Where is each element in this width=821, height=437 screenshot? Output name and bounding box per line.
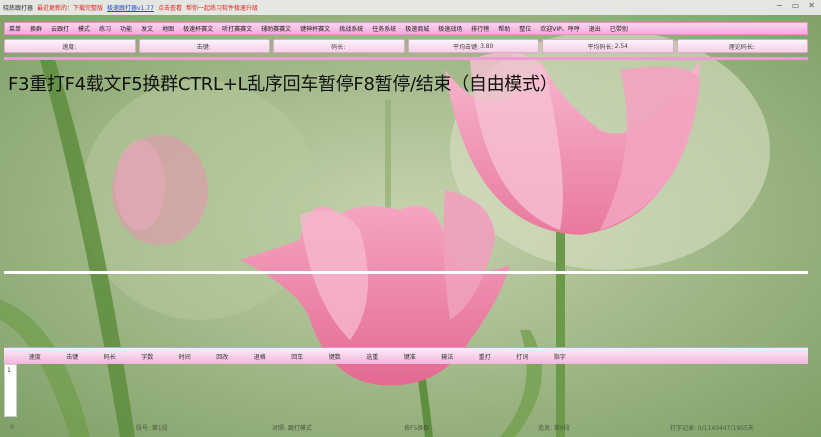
menu-item[interactable]: 任务系统	[372, 24, 396, 33]
column-header[interactable]: 打词	[504, 352, 542, 361]
menu-item[interactable]: 退出	[589, 24, 601, 33]
update-notice-2[interactable]: 点击查看	[158, 3, 182, 12]
column-header[interactable]: 字数	[129, 352, 167, 361]
close-icon[interactable]: ✕	[808, 1, 815, 10]
column-header[interactable]: 速度	[16, 352, 54, 361]
menu-item[interactable]: 极速战场	[438, 24, 462, 33]
menu-item[interactable]: 菜单	[9, 24, 21, 33]
minimize-icon[interactable]: −	[776, 1, 783, 10]
column-header[interactable]: 输法	[429, 352, 467, 361]
menu-item[interactable]: 帮助	[498, 24, 510, 33]
status-hint: 按F5换群	[404, 424, 430, 432]
menu-item[interactable]: 极速杯赛文	[183, 24, 213, 33]
status-record: 打字记录: 0/1140447/1955天	[670, 424, 754, 432]
column-header[interactable]: 重打	[466, 352, 504, 361]
stat-avg-code-length: 平均码长: 2.54	[542, 39, 674, 53]
table-row[interactable]: 1	[4, 364, 17, 417]
column-header[interactable]: 选重	[354, 352, 392, 361]
menu-item[interactable]: 换群	[30, 24, 42, 33]
reading-text: F3重打F4载文F5换群CTRL+L乱序回车暂停F8暂停/结束（自由模式）	[8, 74, 558, 95]
update-notice-3: 帮你一起练习软件极速升级	[185, 5, 258, 12]
menu-item[interactable]: 欢迎VIP、哼哼	[540, 24, 580, 33]
column-header[interactable]: 击键	[54, 352, 92, 361]
menu-bar: 菜单 换群 云跟打 模式 练习 功能 发文 地图 极速杯赛文 听打赛赛文 辅助赛…	[4, 22, 808, 35]
stat-theory-code-length: 理论码长:	[676, 39, 808, 53]
menu-item[interactable]: 模式	[78, 24, 90, 33]
stats-bar: 速度: 击键: 码长: 平均击键: 3.80 平均码长: 2.54 理论码长:	[4, 39, 808, 53]
column-header[interactable]: 键数	[316, 352, 354, 361]
menu-item[interactable]: 键神杯赛文	[300, 24, 330, 33]
column-header[interactable]: 退格	[241, 352, 279, 361]
results-table-header: 速度 击键 码长 字数 时间 回改 退格 回车 键数 选重 键准 输法 重打 打…	[4, 347, 808, 364]
menu-item[interactable]: 整位	[519, 24, 531, 33]
title-bar: 晓炼跟打器 最近更新的：下载完整版 极速跟打器v1.77 点击查看 帮你一起练习…	[0, 0, 821, 15]
stat-keystroke: 击键:	[138, 39, 270, 53]
column-header[interactable]: 时间	[166, 352, 204, 361]
column-header[interactable]: 指字	[541, 352, 579, 361]
menu-item[interactable]: 云跟打	[51, 24, 69, 33]
menu-item[interactable]: 已带别	[610, 24, 628, 33]
download-link[interactable]: 极速跟打器v1.77	[107, 3, 154, 12]
row-index: 1	[7, 367, 11, 374]
status-left: 0	[10, 423, 14, 431]
input-divider	[4, 271, 808, 274]
restore-icon[interactable]: ▭	[792, 1, 800, 10]
stat-speed: 速度:	[4, 39, 136, 53]
menu-item[interactable]: 挑战系统	[339, 24, 363, 33]
update-notice: 最近更新的：下载完整版	[37, 5, 104, 12]
status-segment: 段号: 第1段	[136, 424, 168, 432]
status-bar: 0 段号: 第1段 对照: 跟打模式 按F5换群 追发: 第0段 打字记录: 0…	[0, 420, 808, 434]
status-mode: 对照: 跟打模式	[272, 424, 312, 432]
stat-avg-keystroke: 平均击键: 3.80	[407, 39, 539, 53]
menu-item[interactable]: 练习	[99, 24, 111, 33]
tulip-background-image	[0, 0, 821, 437]
status-send-segment: 追发: 第0段	[538, 424, 570, 432]
column-header[interactable]: 回改	[204, 352, 242, 361]
progress-divider	[4, 57, 808, 60]
stat-code-length: 码长:	[273, 39, 405, 53]
menu-item[interactable]: 地图	[162, 24, 174, 33]
app-title: 晓炼跟打器	[3, 5, 34, 12]
menu-item[interactable]: 辅助赛赛文	[261, 24, 291, 33]
column-header[interactable]: 键准	[391, 352, 429, 361]
menu-item[interactable]: 听打赛赛文	[222, 24, 252, 33]
column-header[interactable]: 回车	[279, 352, 317, 361]
menu-item[interactable]: 功能	[120, 24, 132, 33]
menu-item[interactable]: 排行榜	[471, 24, 489, 33]
window-controls: − ▭ ✕	[776, 1, 815, 10]
menu-item[interactable]: 极速商城	[405, 24, 429, 33]
menu-item[interactable]: 发文	[141, 24, 153, 33]
column-header[interactable]: 码长	[91, 352, 129, 361]
